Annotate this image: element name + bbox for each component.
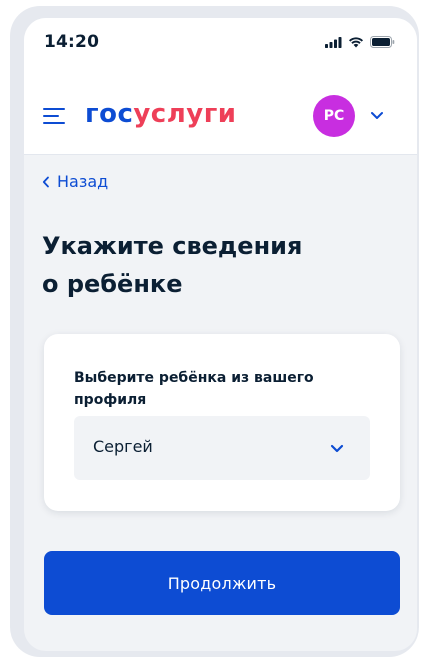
chevron-left-icon — [42, 176, 49, 187]
app-header: госуслуги РС — [24, 76, 417, 155]
menu-icon[interactable] — [43, 108, 67, 124]
continue-button[interactable]: Продолжить — [44, 551, 400, 615]
battery-icon — [370, 36, 395, 48]
back-link-label: Назад — [57, 172, 109, 191]
back-link[interactable]: Назад — [42, 172, 108, 191]
user-avatar[interactable]: РС — [313, 95, 355, 137]
wifi-icon — [349, 37, 363, 48]
page-title: Укажите сведения о ребёнке — [42, 227, 362, 303]
chevron-down-icon[interactable] — [370, 110, 384, 120]
logo-part-gos: гос — [85, 99, 134, 129]
child-select-label: Выберите ребёнка из вашего профиля — [74, 370, 314, 408]
page-title-line-1: Укажите сведения — [42, 232, 303, 260]
signal-icon — [325, 36, 342, 48]
child-select-card: Выберите ребёнка из вашего профиля Серге… — [44, 334, 400, 511]
page-title-line-2: о ребёнке — [42, 270, 183, 298]
app-screen: 14:20 госуслуги РС Назад Укажите сведени… — [24, 18, 417, 651]
logo-part-uslugi: услуги — [133, 99, 237, 129]
chevron-down-icon — [330, 444, 344, 453]
child-select-value: Сергей — [93, 437, 153, 456]
child-select-dropdown[interactable]: Сергей — [74, 416, 370, 480]
status-time: 14:20 — [44, 32, 100, 52]
status-bar: 14:20 — [24, 18, 417, 76]
status-icons — [325, 36, 395, 48]
gosuslugi-logo[interactable]: госуслуги — [85, 98, 237, 130]
